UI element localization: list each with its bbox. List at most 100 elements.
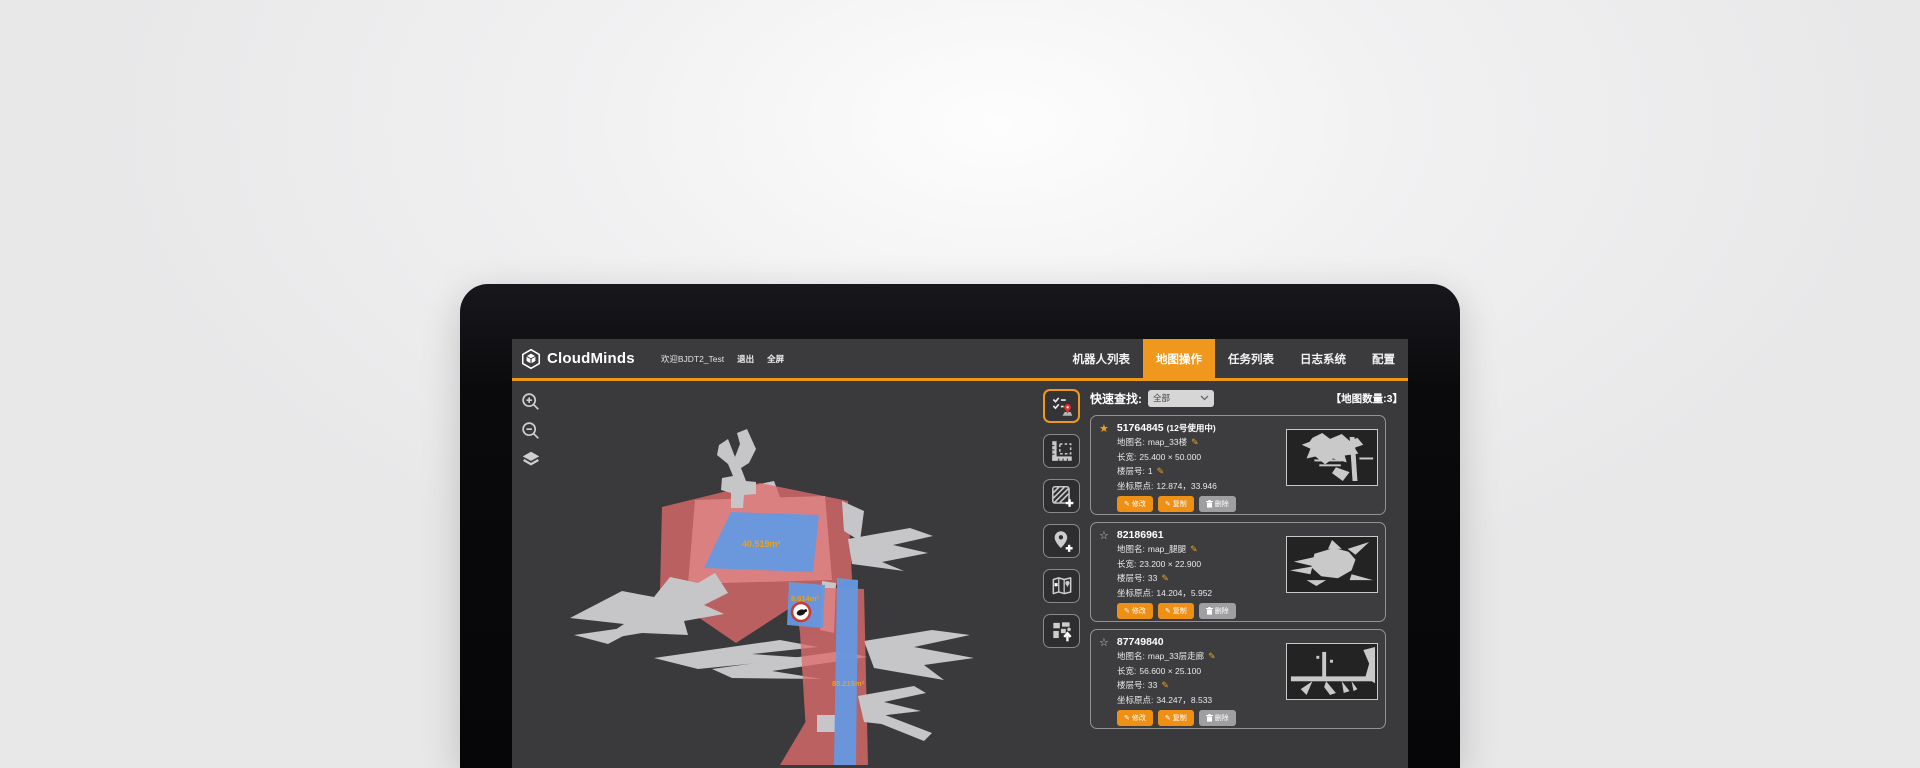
- map-in-use-tag: (12号使用中): [1167, 422, 1216, 434]
- delete-button[interactable]: 删除: [1199, 496, 1236, 512]
- add-point-icon[interactable]: [1043, 524, 1080, 558]
- logout-link[interactable]: 退出: [737, 353, 754, 365]
- map-id: 87749840: [1117, 636, 1164, 648]
- copy-button[interactable]: ✎复制: [1158, 496, 1194, 512]
- area-label-small: 8.614m²: [791, 594, 819, 603]
- edit-floor-icon[interactable]: ✎: [1161, 573, 1169, 584]
- quick-find-label: 快速查找:: [1090, 390, 1142, 407]
- zoom-in-icon[interactable]: [519, 390, 543, 414]
- delete-button[interactable]: 删除: [1199, 603, 1236, 619]
- zoom-out-icon[interactable]: [519, 419, 543, 443]
- origin-value: 14.204，5.952: [1156, 587, 1212, 599]
- map-zoom-controls: [519, 390, 543, 472]
- measure-area-icon[interactable]: [1043, 434, 1080, 468]
- tab-config[interactable]: 配置: [1359, 339, 1408, 380]
- field-label: 地图名:: [1117, 436, 1145, 448]
- map-name-value: map_33层走廊: [1148, 650, 1204, 662]
- map-count-badge: 【地图数量:3】: [1331, 391, 1403, 406]
- edit-name-icon[interactable]: ✎: [1208, 651, 1216, 662]
- field-label: 长宽:: [1117, 665, 1136, 677]
- map-size-value: 25.400 × 50.000: [1139, 452, 1201, 462]
- map-id: 82186961: [1117, 529, 1164, 541]
- tab-task-list[interactable]: 任务列表: [1215, 339, 1287, 380]
- fullscreen-link[interactable]: 全屏: [767, 353, 784, 365]
- modify-button[interactable]: ✎修改: [1117, 710, 1153, 726]
- top-navbar: CloudMinds 欢迎BJDT2_Test 退出 全屏 机器人列表 地图操作…: [512, 339, 1408, 381]
- robot-position-marker[interactable]: [792, 603, 810, 621]
- field-label: 长宽:: [1117, 451, 1136, 463]
- tab-map-operation[interactable]: 地图操作: [1143, 339, 1215, 380]
- area-label-corridor: 80.215m²: [832, 679, 865, 688]
- field-label: 坐标原点:: [1117, 587, 1153, 599]
- edit-icon: ✎: [1165, 607, 1171, 615]
- add-region-icon[interactable]: [1043, 479, 1080, 513]
- brand: CloudMinds: [520, 348, 635, 370]
- edit-floor-icon[interactable]: ✎: [1157, 466, 1165, 477]
- floor-value: 33: [1148, 573, 1157, 583]
- copy-button[interactable]: ✎复制: [1158, 603, 1194, 619]
- map-card-list: ★ 51764845 (12号使用中) 地图名:map_33楼✎ 长宽:25.4…: [1090, 415, 1403, 729]
- quick-find-selected-value: 全部: [1153, 392, 1170, 404]
- cleaning-corridor[interactable]: [834, 578, 858, 765]
- field-label: 地图名:: [1117, 650, 1145, 662]
- field-label: 坐标原点:: [1117, 694, 1153, 706]
- favorite-star-icon[interactable]: ★: [1099, 422, 1109, 435]
- map-thumbnail[interactable]: [1286, 536, 1378, 593]
- edit-icon: ✎: [1165, 714, 1171, 722]
- favorite-star-icon[interactable]: ☆: [1099, 636, 1109, 649]
- field-label: 地图名:: [1117, 543, 1145, 555]
- trash-icon: [1206, 500, 1213, 508]
- edit-icon: ✎: [1165, 500, 1171, 508]
- tab-robot-list[interactable]: 机器人列表: [1060, 339, 1144, 380]
- map-card[interactable]: ☆ 87749840 地图名:map_33层走廊 ✎ 长宽:56.600 × 25…: [1090, 629, 1386, 729]
- field-label: 楼层号:: [1117, 679, 1145, 691]
- modify-button[interactable]: ✎修改: [1117, 496, 1153, 512]
- chevron-down-icon: [1200, 395, 1209, 401]
- layers-icon[interactable]: [519, 448, 543, 472]
- quick-find-select[interactable]: 全部: [1148, 390, 1214, 407]
- tab-log-system[interactable]: 日志系统: [1287, 339, 1359, 380]
- area-label-large: 40.519m²: [742, 539, 781, 549]
- edit-icon: ✎: [1124, 607, 1130, 615]
- floor-value: 33: [1148, 680, 1157, 690]
- field-label: 楼层号:: [1117, 465, 1145, 477]
- app-screen: CloudMinds 欢迎BJDT2_Test 退出 全屏 机器人列表 地图操作…: [512, 339, 1408, 768]
- upload-map-icon[interactable]: [1043, 614, 1080, 648]
- edit-icon: ✎: [1124, 500, 1130, 508]
- main-content: 40.519m² 8.614m² 80.215m²: [512, 381, 1408, 765]
- welcome-text: 欢迎BJDT2_Test: [661, 353, 724, 365]
- delete-map-icon[interactable]: [1043, 569, 1080, 603]
- map-size-value: 23.200 × 22.900: [1139, 559, 1201, 569]
- edit-floor-icon[interactable]: ✎: [1161, 680, 1169, 691]
- edit-icon: ✎: [1124, 714, 1130, 722]
- map-card[interactable]: ★ 51764845 (12号使用中) 地图名:map_33楼✎ 长宽:25.4…: [1090, 415, 1386, 515]
- field-label: 长宽:: [1117, 558, 1136, 570]
- favorite-star-icon[interactable]: ☆: [1099, 529, 1109, 542]
- trash-icon: [1206, 714, 1213, 722]
- map-size-value: 56.600 × 25.100: [1139, 666, 1201, 676]
- map-list-panel: 快速查找: 全部 【地图数量:3】 ★ 51764845: [1090, 388, 1403, 736]
- copy-button[interactable]: ✎复制: [1158, 710, 1194, 726]
- map-canvas[interactable]: 40.519m² 8.614m² 80.215m²: [512, 381, 1042, 765]
- edit-name-icon[interactable]: ✎: [1191, 437, 1199, 448]
- brand-name: CloudMinds: [547, 350, 635, 367]
- modify-button[interactable]: ✎修改: [1117, 603, 1153, 619]
- trash-icon: [1206, 607, 1213, 615]
- map-name-value: map_33楼: [1148, 436, 1187, 448]
- origin-value: 34.247，8.533: [1156, 694, 1212, 706]
- quick-find-bar: 快速查找: 全部 【地图数量:3】: [1090, 388, 1403, 408]
- cloudminds-logo-icon: [520, 348, 542, 370]
- map-name-value: map_腿腿: [1148, 543, 1186, 555]
- map-thumbnail[interactable]: [1286, 429, 1378, 486]
- task-point-list-icon[interactable]: [1043, 389, 1080, 423]
- nav-tabs: 机器人列表 地图操作 任务列表 日志系统 配置: [1060, 339, 1409, 380]
- delete-button[interactable]: 删除: [1199, 710, 1236, 726]
- laptop-frame: CloudMinds 欢迎BJDT2_Test 退出 全屏 机器人列表 地图操作…: [460, 284, 1460, 768]
- map-thumbnail[interactable]: [1286, 643, 1378, 700]
- field-label: 坐标原点:: [1117, 480, 1153, 492]
- edit-name-icon[interactable]: ✎: [1190, 544, 1198, 555]
- origin-value: 12.874，33.946: [1156, 480, 1217, 492]
- map-card[interactable]: ☆ 82186961 地图名:map_腿腿 ✎ 长宽:23.200 × 22.90…: [1090, 522, 1386, 622]
- floor-value: 1: [1148, 466, 1153, 476]
- field-label: 楼层号:: [1117, 572, 1145, 584]
